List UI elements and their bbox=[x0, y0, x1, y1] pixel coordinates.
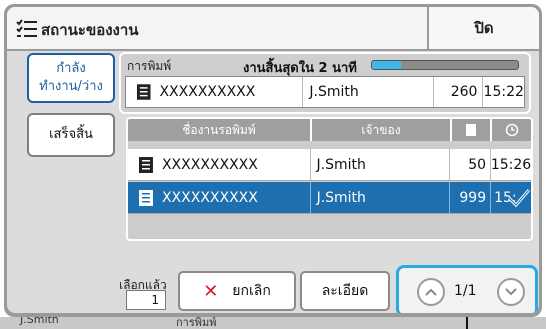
page-icon bbox=[466, 124, 476, 136]
cancel-job-label: ยกเลิก bbox=[232, 283, 271, 299]
chevron-up-icon bbox=[425, 288, 437, 296]
pages-header-icon bbox=[452, 119, 492, 141]
close-button[interactable]: ปิด bbox=[427, 7, 539, 49]
underlying-owner-text: J.Smith bbox=[20, 317, 59, 326]
underlying-print-text: การพิมพ์ bbox=[176, 317, 217, 329]
page-indicator: 1/1 bbox=[454, 283, 477, 299]
column-header-owner: เจ้าของ bbox=[312, 119, 452, 141]
callout-line bbox=[466, 317, 468, 329]
job-name: XXXXXXXXXX bbox=[161, 189, 258, 206]
chevron-down-icon bbox=[505, 288, 517, 296]
printing-job-time: 15:22 bbox=[483, 84, 524, 100]
dialog: สถานะของงาน ปิด กำลัง ทำงาน/ว่าง เสร็จสิ… bbox=[7, 7, 539, 313]
page-up-button[interactable] bbox=[417, 278, 445, 306]
printing-job-pages: 260 bbox=[450, 84, 478, 100]
tab-active-idle[interactable]: กำลัง ทำงาน/ว่าง bbox=[27, 53, 115, 103]
page-down-button[interactable] bbox=[497, 278, 525, 306]
document-icon bbox=[138, 156, 153, 173]
underlying-screen-strip: J.Smith การพิมพ์ bbox=[0, 317, 546, 329]
document-icon bbox=[138, 189, 153, 206]
printing-section: การพิมพ์ งานสิ้นสุดใน 2 นาที XXXXXXXXXX … bbox=[119, 52, 531, 114]
remaining-time-text: งานสิ้นสุดใน 2 นาที bbox=[243, 61, 357, 76]
dialog-title: สถานะของงาน bbox=[41, 21, 139, 39]
table-header: ชื่องานรอพิมพ์ เจ้าของ bbox=[128, 119, 531, 141]
job-time: 15:26 bbox=[490, 156, 532, 173]
table-row-selected[interactable]: XXXXXXXXXX J.Smith 999 15: bbox=[128, 182, 531, 214]
table-row[interactable]: XXXXXXXXXX J.Smith 50 15:26 bbox=[128, 149, 531, 181]
details-button[interactable]: ละเอียด bbox=[300, 271, 390, 311]
checkmark-icon bbox=[508, 189, 531, 208]
checklist-icon bbox=[16, 19, 37, 37]
cancel-job-button[interactable]: ✕ ยกเลิก bbox=[178, 271, 296, 311]
printing-job-row[interactable]: XXXXXXXXXX J.Smith 260 15:22 bbox=[125, 76, 525, 108]
printing-job-name: XXXXXXXXXX bbox=[159, 84, 256, 100]
printing-job-owner: J.Smith bbox=[309, 84, 359, 100]
job-pages: 50 bbox=[468, 156, 487, 173]
job-time: 15: bbox=[491, 182, 531, 213]
title-bar: สถานะของงาน ปิด bbox=[7, 7, 539, 51]
job-status-panel: J.Smith การพิมพ์ สถานะของงาน ปิด กำลัง ท… bbox=[0, 0, 546, 329]
tab-completed[interactable]: เสร็จสิ้น bbox=[27, 113, 115, 157]
job-owner: J.Smith bbox=[316, 189, 366, 206]
pager: 1/1 bbox=[396, 265, 538, 313]
time-header-icon bbox=[492, 119, 531, 141]
cancel-x-icon: ✕ bbox=[203, 280, 219, 302]
selected-count-value: 1 bbox=[126, 290, 166, 310]
printing-label: การพิมพ์ bbox=[127, 59, 172, 73]
tab-completed-label: เสร็จสิ้น bbox=[49, 127, 93, 142]
print-progress-bar bbox=[371, 60, 519, 70]
document-icon bbox=[136, 84, 151, 100]
waiting-jobs-table: ชื่องานรอพิมพ์ เจ้าของ XXXXXXXXXX J.Smit… bbox=[126, 117, 533, 241]
tab-active-idle-line1: กำลัง bbox=[56, 61, 86, 76]
clock-icon bbox=[505, 123, 518, 137]
job-owner: J.Smith bbox=[316, 156, 366, 173]
column-header-job-name: ชื่องานรอพิมพ์ bbox=[128, 119, 312, 141]
tab-active-idle-line2: ทำงาน/ว่าง bbox=[39, 79, 103, 94]
print-progress-fill bbox=[372, 61, 402, 69]
job-name: XXXXXXXXXX bbox=[161, 156, 258, 173]
job-pages: 999 bbox=[459, 189, 487, 206]
